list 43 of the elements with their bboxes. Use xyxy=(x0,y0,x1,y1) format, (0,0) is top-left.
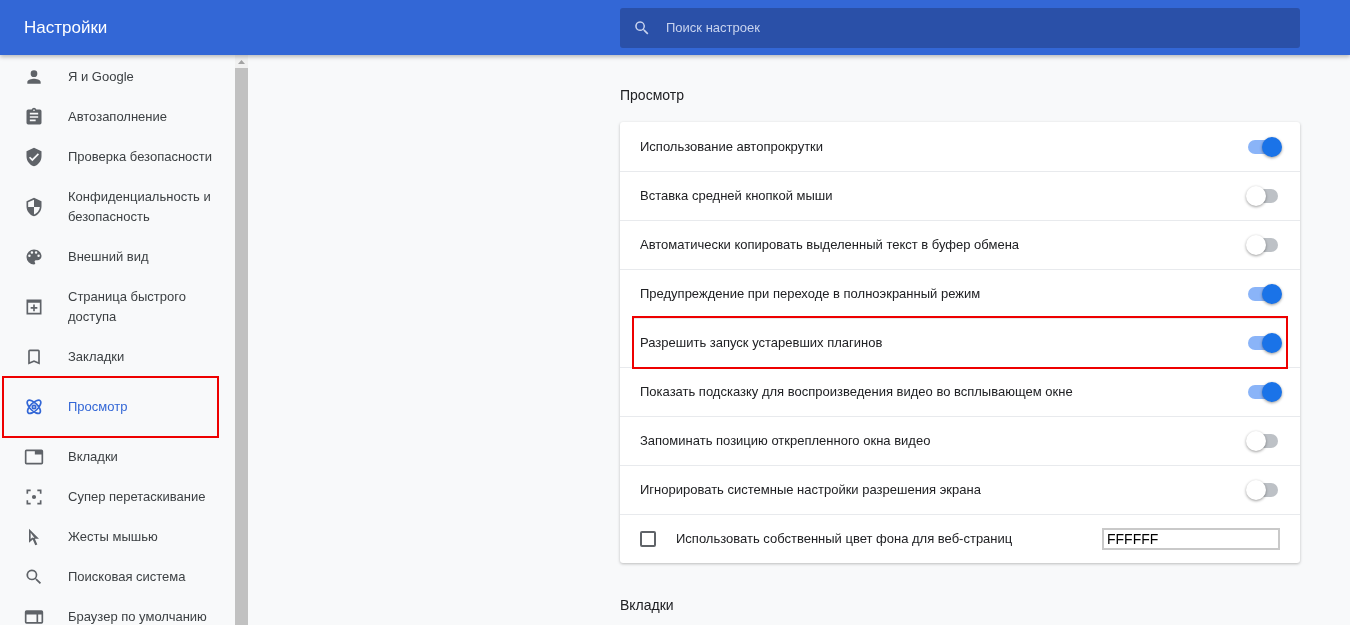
toggle-switch[interactable] xyxy=(1248,189,1278,203)
sidebar-item[interactable]: Вкладки xyxy=(0,437,235,477)
color-input-field[interactable]: FFFFFF xyxy=(1102,528,1280,550)
sidebar-item[interactable]: Конфиденциальность и безопасность xyxy=(0,177,235,237)
section-title: Просмотр xyxy=(620,86,685,105)
setting-label: Предупреждение при переходе в полноэкранный режим xyxy=(640,285,981,304)
plus-box-icon xyxy=(24,297,44,317)
palette-icon xyxy=(24,247,44,267)
toggle-switch[interactable] xyxy=(1248,483,1278,497)
setting-label: Показать подсказку для воспроизведения видео во всплывающем окне xyxy=(640,383,1073,402)
atom-icon xyxy=(24,397,44,417)
setting-label: Разрешить запуск устаревших плагинов xyxy=(640,334,883,353)
search-icon xyxy=(24,567,44,587)
sidebar-item[interactable]: Поисковая система xyxy=(0,557,235,597)
shield-icon xyxy=(24,197,44,217)
settings-title: Настройки xyxy=(24,16,109,39)
sidebar-item[interactable]: Внешний вид xyxy=(0,237,235,277)
focus-frame-icon xyxy=(24,487,44,507)
person-icon xyxy=(24,67,44,87)
setting-label: Автоматически копировать выделенный текст в буфер обмена xyxy=(640,236,1020,255)
setting-label: Запоминать позицию открепленного окна видео xyxy=(640,432,931,451)
setting-label: Игнорировать системные настройки разрешения экрана xyxy=(640,481,981,500)
browser-window-icon xyxy=(24,607,44,625)
sidebar-item[interactable]: Страница быстрого доступа xyxy=(0,277,235,337)
tab-icon xyxy=(24,447,44,467)
checkbox[interactable] xyxy=(640,531,656,547)
clipboard-icon xyxy=(24,107,44,127)
sidebar-item[interactable]: Проверка безопасности xyxy=(0,137,235,177)
sidebar-item[interactable]: Я и Google xyxy=(0,57,235,97)
setting-label: Вставка средней кнопкой мыши xyxy=(640,187,833,206)
section-title: Вкладки xyxy=(620,596,675,615)
sidebar-item[interactable]: Жесты мышью xyxy=(0,517,235,557)
sidebar-item[interactable]: Супер перетаскивание xyxy=(0,477,235,517)
setting-label: Использовать собственный цвет фона для веб-страниц xyxy=(676,530,1013,549)
shield-check-icon xyxy=(24,147,44,167)
setting-label: Использование автопрокрутки xyxy=(640,137,824,156)
search-field[interactable]: Поиск настроек xyxy=(620,7,1300,48)
toggle-switch[interactable] xyxy=(1248,434,1278,448)
sidebar-item[interactable]: Браузер по умолчанию xyxy=(0,597,235,625)
sidebar-item[interactable]: Закладки xyxy=(0,337,235,377)
toggle-switch[interactable] xyxy=(1248,238,1278,252)
sidebar-item[interactable]: Автозаполнение xyxy=(0,97,235,137)
sidebar-item[interactable]: Просмотр xyxy=(4,378,217,436)
